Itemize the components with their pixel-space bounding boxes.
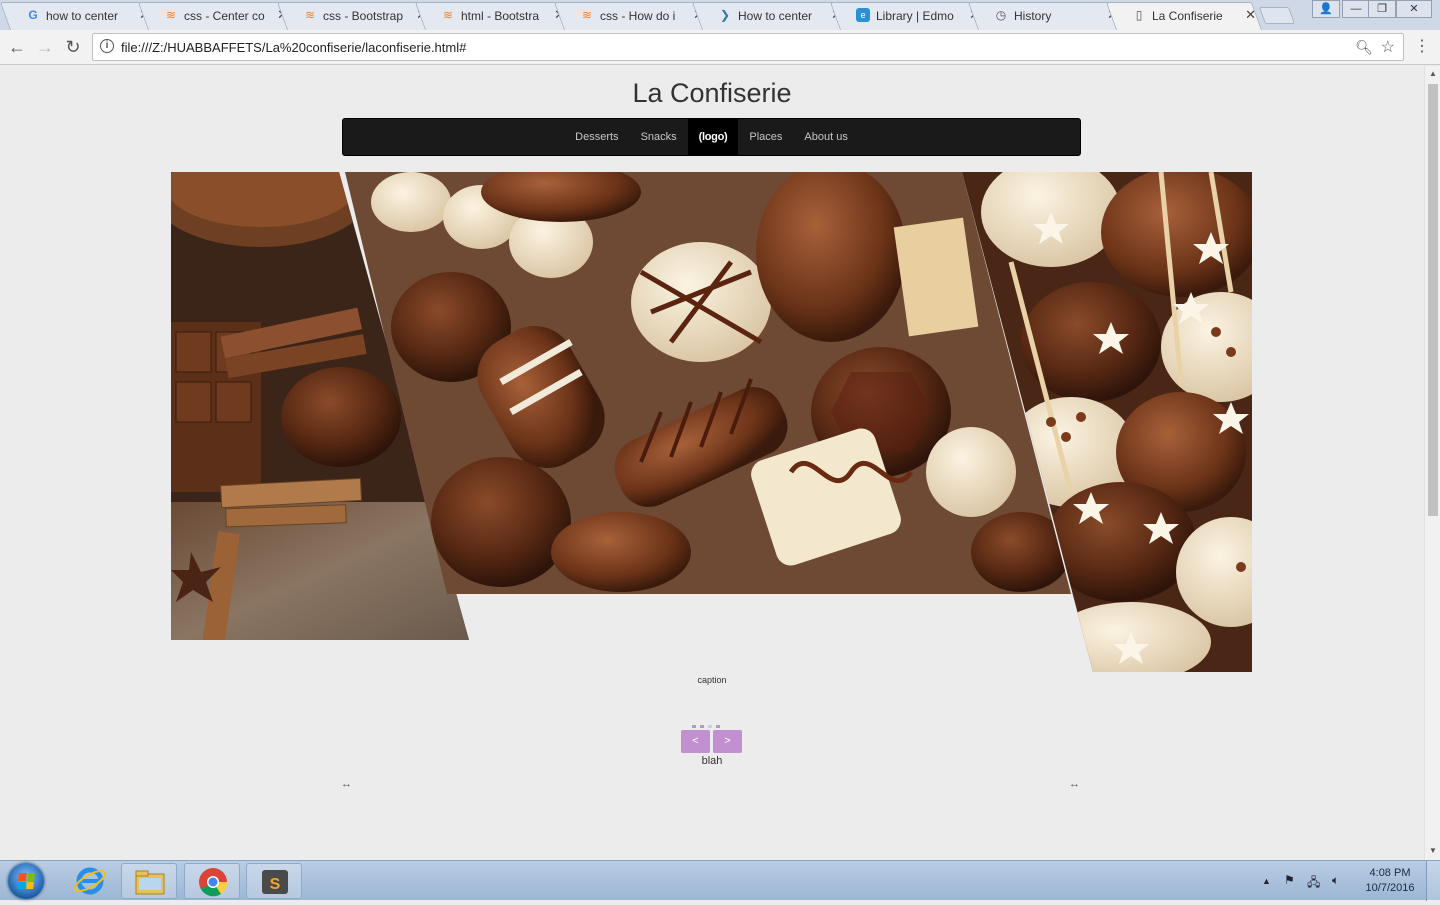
browser-tab[interactable]: ❯ How to center ✕ [691, 2, 848, 30]
carousel-indicator[interactable] [708, 725, 712, 728]
tab-title: how to center [46, 9, 119, 23]
browser-tab-active[interactable]: ▯ La Confiserie ✕ [1105, 2, 1262, 30]
kebab-menu-icon[interactable]: ⋮ [1414, 36, 1430, 56]
edmodo-icon: e [856, 8, 870, 22]
carousel-caption: caption [697, 675, 727, 685]
nav-about-us[interactable]: About us [793, 119, 858, 155]
stackoverflow-icon: ≋ [581, 8, 593, 22]
minimize-button[interactable]: — [1342, 0, 1370, 18]
browser-tab[interactable]: ≋ css - Bootstrap ✕ [276, 2, 433, 30]
scrollbar-thumb[interactable] [1428, 84, 1438, 516]
profile-icon[interactable]: 👤 [1312, 0, 1340, 18]
browser-tab[interactable]: ≋ css - Center co ✕ [137, 2, 294, 30]
page-viewport: La Confiserie Desserts Snacks (logo) Pla… [0, 66, 1424, 860]
clock-date: 10/7/2016 [1365, 882, 1415, 894]
tab-title: html - Bootstra [461, 9, 540, 23]
carousel-under-text: blah [701, 755, 723, 767]
page-icon: ▯ [1135, 8, 1143, 22]
history-icon: ◷ [995, 8, 1007, 22]
google-icon: G [28, 8, 38, 22]
tab-strip: G how to center ✕ ≋ css - Center co ✕ ≋ … [0, 0, 1440, 30]
scroll-up-icon[interactable]: ▲ [1425, 69, 1440, 78]
tab-title: css - How do i [600, 9, 676, 23]
network-icon[interactable]: 🖧 [1307, 873, 1320, 894]
browser-tab[interactable]: G how to center ✕ [0, 2, 156, 30]
volume-icon[interactable]: 🔈︎ [1332, 873, 1339, 888]
action-center-flag-icon[interactable]: ⚑ [1284, 873, 1295, 887]
carousel-next-button[interactable]: > [713, 730, 742, 753]
back-arrow-icon[interactable]: ← [6, 36, 28, 58]
info-icon[interactable]: i [100, 39, 114, 53]
forward-arrow-icon[interactable]: → [34, 36, 56, 58]
browser-toolbar: ← → ↻ i file:///Z:/HUABBAFFETS/La%20conf… [0, 30, 1440, 65]
vertical-scrollbar[interactable]: ▲ ▼ [1424, 66, 1440, 860]
close-window-button[interactable]: ✕ [1396, 0, 1432, 18]
system-clock[interactable]: 4:08 PM 10/7/2016 [1358, 866, 1422, 896]
internet-explorer-icon[interactable] [62, 863, 118, 899]
tab-title: Library | Edmo [876, 9, 954, 23]
nav-snacks[interactable]: Snacks [630, 119, 688, 155]
carousel-indicators [692, 715, 724, 728]
stackoverflow-icon: ≋ [442, 8, 454, 22]
address-bar[interactable]: i file:///Z:/HUABBAFFETS/La%20confiserie… [92, 33, 1404, 61]
tray-expand-icon[interactable]: ▲ [1262, 876, 1271, 886]
stackoverflow-icon: ≋ [165, 8, 177, 22]
browser-tab[interactable]: ◷ History ✕ [967, 2, 1124, 30]
show-desktop-button[interactable] [1426, 861, 1440, 901]
tab-title: La Confiserie [1152, 9, 1223, 23]
nav-logo[interactable]: (logo) [687, 119, 739, 155]
right-resize-arrow-icon[interactable]: ↔ [1069, 778, 1080, 790]
tab-title: css - Bootstrap [323, 9, 404, 23]
chrome-icon[interactable] [184, 863, 240, 899]
reload-icon[interactable]: ↻ [62, 36, 84, 58]
new-tab-button[interactable] [1258, 7, 1296, 24]
carousel-indicator[interactable] [716, 725, 720, 728]
file-explorer-icon[interactable] [121, 863, 177, 899]
clock-time: 4:08 PM [1369, 867, 1411, 879]
windows-taskbar: S ▲ ⚑ 🖧 🔈︎ 4:08 PM 10/7/2016 [0, 860, 1440, 901]
tab-title: css - Center co [184, 9, 265, 23]
sublime-text-icon[interactable]: S [246, 863, 302, 899]
tab-title: How to center [738, 9, 813, 23]
carousel-indicator[interactable] [700, 725, 704, 728]
nav-places[interactable]: Places [738, 119, 793, 155]
carousel-image [171, 172, 1252, 672]
zoom-icon[interactable]: 🔍︎ [1355, 39, 1373, 56]
stackoverflow-icon: ≋ [304, 8, 316, 22]
site-title: La Confiserie [632, 78, 792, 108]
svg-text:S: S [270, 876, 281, 893]
bookmark-star-icon[interactable]: ☆ [1381, 37, 1395, 57]
left-resize-arrow-icon[interactable]: ↔ [341, 778, 352, 790]
browser-tab[interactable]: e Library | Edmo ✕ [829, 2, 986, 30]
scroll-down-icon[interactable]: ▼ [1425, 846, 1440, 855]
nav-desserts[interactable]: Desserts [564, 119, 629, 155]
tab-title: History [1014, 9, 1052, 23]
start-button[interactable] [8, 863, 44, 899]
browser-tab[interactable]: ≋ html - Bootstra ✕ [414, 2, 571, 30]
carousel-indicator[interactable] [692, 725, 696, 728]
restore-button[interactable]: ❐ [1368, 0, 1396, 18]
browser-tab[interactable]: ≋ css - How do i ✕ [553, 2, 710, 30]
close-tab-icon[interactable]: ✕ [1245, 8, 1256, 22]
address-url[interactable]: file:///Z:/HUABBAFFETS/La%20confiserie/l… [121, 40, 466, 55]
codepen-icon: ❯ [719, 8, 731, 22]
site-navbar: Desserts Snacks (logo) Places About us [342, 118, 1081, 156]
carousel-prev-button[interactable]: < [681, 730, 710, 753]
windows-logo-icon [17, 873, 35, 889]
